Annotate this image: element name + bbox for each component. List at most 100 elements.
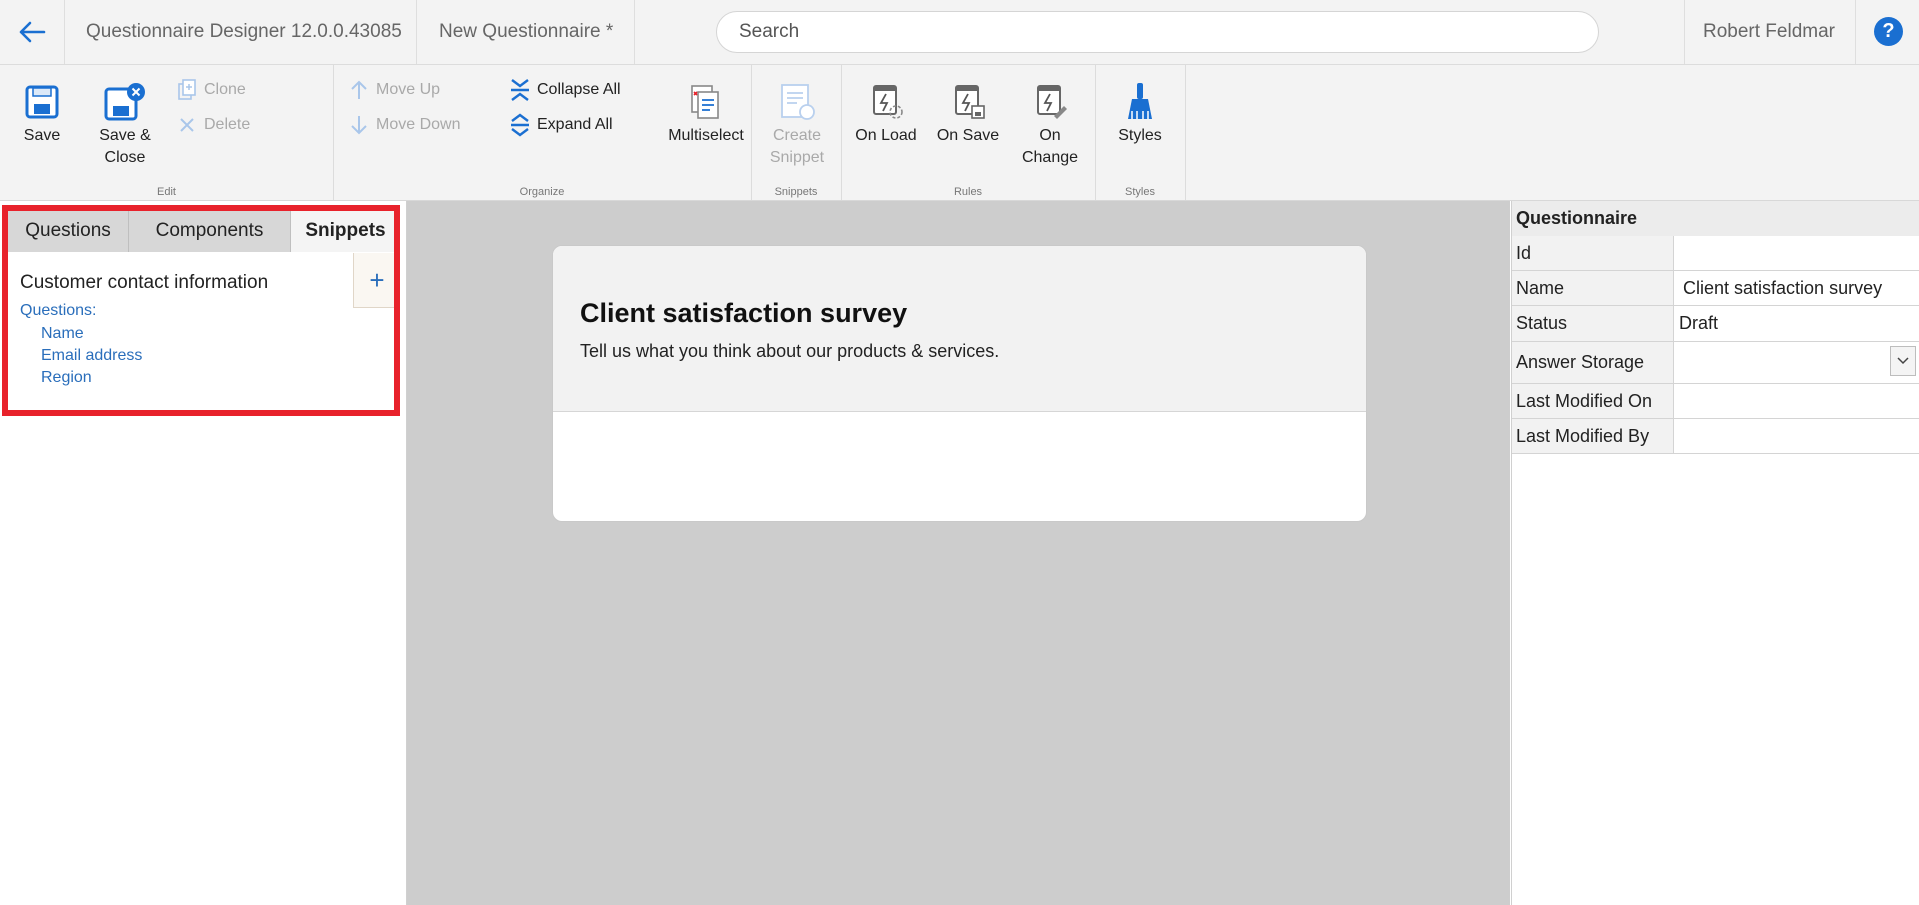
clone-label: Clone <box>204 81 246 98</box>
create-snippet-label-1: Create <box>772 127 822 144</box>
on-load-icon <box>873 85 903 119</box>
property-row-name: Name Client satisfaction survey <box>1512 271 1919 306</box>
save-close-label-1: Save & <box>99 127 151 144</box>
styles-button[interactable]: Styles <box>1108 79 1172 147</box>
tab-questions[interactable]: Questions <box>8 209 129 252</box>
property-row-answer-storage: Answer Storage <box>1512 342 1919 384</box>
status-value: Draft <box>1679 313 1719 333</box>
app-title: Questionnaire Designer 12.0.0.43085 <box>86 21 402 42</box>
questionnaire-subtitle: Tell us what you think about our product… <box>580 341 1000 361</box>
delete-label: Delete <box>204 116 251 133</box>
expand-icon <box>511 113 529 137</box>
organize-group-label: Organize <box>519 186 565 198</box>
help-button[interactable]: ? <box>1874 17 1903 46</box>
tab-snippets[interactable]: Snippets <box>291 209 400 252</box>
save-icon <box>25 85 59 119</box>
save-close-icon <box>104 83 145 121</box>
design-canvas: Client satisfaction survey Tell us what … <box>407 201 1510 905</box>
questionnaire-header: Client satisfaction survey Tell us what … <box>553 246 1366 412</box>
properties-panel: Questionnaire Id Name Client satisfactio… <box>1511 201 1919 905</box>
ribbon-toolbar: Save Save & Close Clone Delete Edit Move… <box>0 65 1919 201</box>
snippet-question-item[interactable]: Email address <box>41 347 142 365</box>
property-label: Name <box>1512 271 1674 305</box>
search-placeholder: Search <box>739 21 800 42</box>
document-title: New Questionnaire * <box>439 21 614 42</box>
property-label: Status <box>1512 306 1674 341</box>
dropdown-button[interactable] <box>1890 346 1916 376</box>
multiselect-button[interactable]: Multiselect <box>665 79 747 147</box>
property-row-id: Id <box>1512 236 1919 271</box>
user-name[interactable]: Robert Feldmar <box>1703 0 1835 64</box>
on-save-label: On Save <box>936 127 1000 144</box>
rules-group-label: Rules <box>953 186 983 198</box>
search-input[interactable]: Search <box>716 11 1599 53</box>
plus-icon: + <box>369 264 385 295</box>
chevron-down-icon <box>1897 357 1909 365</box>
snippet-question-item[interactable]: Region <box>41 369 92 387</box>
left-panel: Questions Components Snippets Customer c… <box>0 201 407 905</box>
property-label: Answer Storage <box>1512 342 1674 383</box>
save-close-label-2: Close <box>104 149 146 166</box>
multiselect-label: Multiselect <box>668 127 744 144</box>
clone-button[interactable]: Clone <box>174 77 246 103</box>
property-row-status: Status Draft <box>1512 306 1919 342</box>
create-snippet-icon <box>781 84 815 120</box>
back-arrow-icon <box>19 21 46 43</box>
property-label: Last Modified On <box>1512 384 1674 418</box>
move-down-button[interactable]: Move Down <box>346 112 460 138</box>
answer-storage-select[interactable] <box>1675 342 1919 383</box>
styles-group-label: Styles <box>1125 186 1155 198</box>
create-snippet-button[interactable]: Create Snippet <box>764 79 830 169</box>
help-icon: ? <box>1882 20 1895 42</box>
properties-header: Questionnaire <box>1512 201 1919 236</box>
back-button[interactable] <box>0 0 64 64</box>
arrow-down-icon <box>351 116 367 135</box>
delete-icon <box>180 118 194 132</box>
panel-tabs: Questions Components Snippets <box>8 209 400 252</box>
save-button[interactable]: Save <box>18 79 66 147</box>
collapse-icon <box>511 79 529 101</box>
id-field[interactable] <box>1675 236 1919 270</box>
questionnaire-title: Client satisfaction survey <box>580 298 908 328</box>
name-field[interactable]: Client satisfaction survey <box>1675 271 1919 305</box>
move-up-button[interactable]: Move Up <box>346 77 440 103</box>
move-down-label: Move Down <box>376 116 461 133</box>
last-modified-on-value <box>1675 384 1919 418</box>
delete-button[interactable]: Delete <box>174 112 250 138</box>
save-close-button[interactable]: Save & Close <box>96 79 154 169</box>
collapse-all-label: Collapse All <box>537 81 621 98</box>
property-label: Id <box>1512 236 1674 270</box>
property-label: Last Modified By <box>1512 419 1674 453</box>
last-modified-by-value <box>1675 419 1919 453</box>
tab-components[interactable]: Components <box>129 209 291 252</box>
add-snippet-button[interactable]: + <box>353 253 400 308</box>
save-label: Save <box>23 127 61 144</box>
clone-icon <box>178 79 196 100</box>
on-change-label-1: On <box>1039 127 1061 144</box>
property-row-last-modified-on: Last Modified On <box>1512 384 1919 419</box>
expand-all-label: Expand All <box>537 116 613 133</box>
on-change-icon <box>1037 85 1067 119</box>
snippet-question-item[interactable]: Name <box>41 325 84 343</box>
on-change-button[interactable]: On Change <box>1017 79 1083 169</box>
create-snippet-label-2: Snippet <box>769 149 825 166</box>
on-change-label-2: Change <box>1021 149 1079 166</box>
edit-group-label: Edit <box>157 186 176 198</box>
styles-label: Styles <box>1118 127 1162 144</box>
on-load-label: On Load <box>855 127 917 144</box>
questionnaire-card[interactable]: Client satisfaction survey Tell us what … <box>552 245 1367 522</box>
collapse-all-button[interactable]: Collapse All <box>507 77 621 103</box>
snippet-title[interactable]: Customer contact information <box>20 272 268 294</box>
multiselect-icon <box>691 85 719 119</box>
property-row-last-modified-by: Last Modified By <box>1512 419 1919 454</box>
snippets-group-label: Snippets <box>774 186 818 198</box>
arrow-up-icon <box>351 80 367 99</box>
top-bar: Questionnaire Designer 12.0.0.43085 New … <box>0 0 1919 65</box>
brush-icon <box>1128 83 1152 119</box>
on-save-button[interactable]: On Save <box>934 79 1002 147</box>
snippet-questions-label: Questions: <box>20 302 97 319</box>
on-save-icon <box>955 85 985 119</box>
on-load-button[interactable]: On Load <box>853 79 919 147</box>
expand-all-button[interactable]: Expand All <box>507 112 613 138</box>
move-up-label: Move Up <box>376 81 441 98</box>
